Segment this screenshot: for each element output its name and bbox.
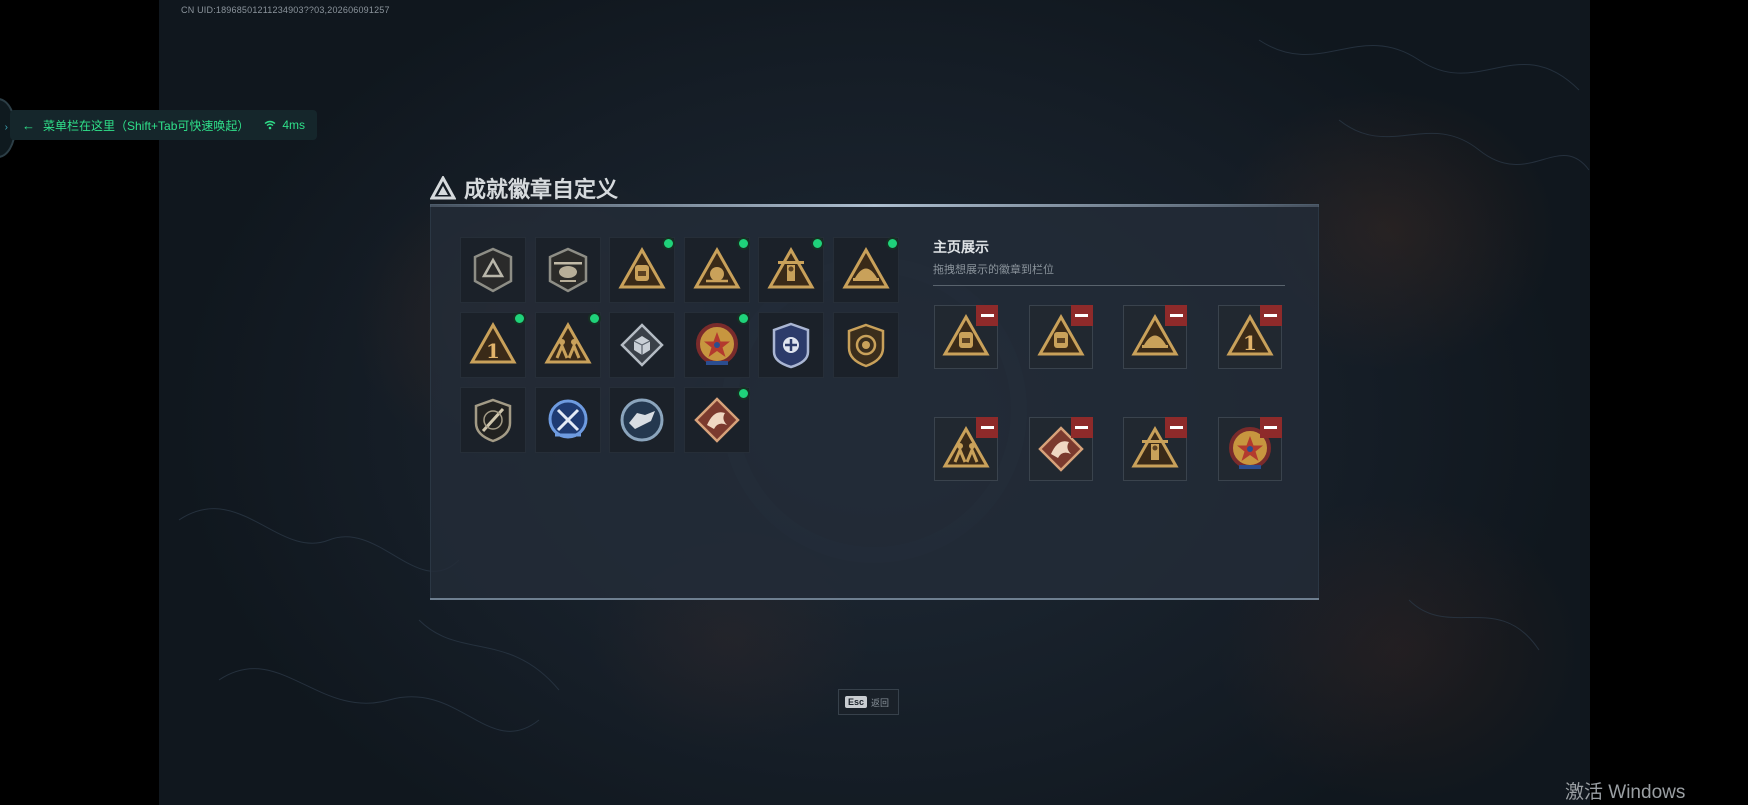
minus-icon <box>980 426 994 429</box>
back-label: 返回 <box>871 697 890 708</box>
blue-swords-badge-icon <box>548 399 588 439</box>
soldiers-triangle-badge-icon <box>544 321 592 364</box>
tower-triangle-badge-icon <box>767 246 815 289</box>
minus-icon <box>1169 426 1183 429</box>
ping-value: 4ms <box>282 118 305 132</box>
badge-cell[interactable] <box>758 312 825 378</box>
new-indicator-dot <box>587 312 601 325</box>
panel-bottom-border <box>430 598 1319 600</box>
backpack-triangle-badge-icon <box>618 246 666 289</box>
remove-badge-button[interactable] <box>976 417 998 438</box>
lion-shield-badge-icon <box>847 323 885 368</box>
showcase-header: 主页展示 拖拽想展示的徽章到栏位 <box>933 237 1285 286</box>
arrow-left-icon: ← <box>22 117 35 133</box>
showcase-slot[interactable] <box>934 305 998 369</box>
windows-activation-watermark: 激活 Windows <box>1565 782 1686 803</box>
badge-cell[interactable] <box>683 312 750 378</box>
minus-icon <box>980 314 994 317</box>
esc-key-icon: Esc <box>845 696 868 708</box>
badge-cell[interactable] <box>832 237 899 303</box>
showcase-slot[interactable] <box>1123 305 1188 369</box>
remove-badge-button[interactable] <box>1165 305 1188 326</box>
badge-cell[interactable] <box>683 237 750 303</box>
showcase-slot[interactable]: 1 <box>1217 305 1282 369</box>
showcase-slot[interactable] <box>1123 417 1188 481</box>
chevron-right-icon: › <box>4 122 8 133</box>
blue-police-badge-icon <box>773 322 810 369</box>
badge-cell[interactable] <box>832 312 899 378</box>
badge-cell[interactable] <box>534 312 601 378</box>
sword-shield-badge-icon <box>474 398 512 443</box>
back-button[interactable]: Esc 返回 <box>838 689 899 715</box>
remove-badge-button[interactable] <box>1070 305 1093 326</box>
new-indicator-dot <box>736 312 750 325</box>
menu-bar-hint-text: 菜单栏在这里（Shift+Tab可快速唤起） <box>43 118 250 133</box>
badge-cell[interactable] <box>534 387 601 453</box>
minus-icon <box>1169 314 1183 317</box>
badge-cell[interactable]: 1 <box>460 312 526 378</box>
star-medal-badge-icon <box>695 323 738 365</box>
badge-cell[interactable] <box>609 312 676 378</box>
new-indicator-dot <box>736 237 750 250</box>
showcase-subtitle: 拖拽想展示的徽章到栏位 <box>933 264 1054 276</box>
showcase-slot[interactable] <box>1028 417 1093 481</box>
silver-cube-badge-icon <box>620 323 664 367</box>
badge-inventory-grid: 1 <box>460 237 899 453</box>
svg-text:1: 1 <box>486 339 500 363</box>
dragon-diamond-badge-icon <box>694 397 740 443</box>
remove-badge-button[interactable] <box>976 305 998 326</box>
page-title-text: 成就徽章自定义 <box>464 177 619 202</box>
number-one-triangle-badge-icon: 1 <box>469 321 517 364</box>
new-indicator-dot <box>811 237 825 250</box>
wifi-icon <box>264 120 276 130</box>
wolf-disk-badge-icon <box>620 398 664 442</box>
page-title: 成就徽章自定义 <box>430 172 618 204</box>
divider <box>933 285 1285 286</box>
minus-icon <box>1075 314 1089 317</box>
new-indicator-dot <box>736 387 750 400</box>
panel-top-border <box>430 204 1319 207</box>
showcase-slot[interactable] <box>1028 305 1093 369</box>
remove-badge-button[interactable] <box>1165 417 1188 438</box>
badge-cell[interactable] <box>609 387 676 453</box>
badge-cell[interactable] <box>609 237 676 303</box>
remove-badge-button[interactable] <box>1259 305 1282 326</box>
menu-bar-hint[interactable]: ← 菜单栏在这里（Shift+Tab可快速唤起） 4ms <box>10 110 317 140</box>
helmet-triangle-badge-icon <box>842 246 890 289</box>
badge-cell[interactable] <box>534 237 601 303</box>
new-indicator-dot <box>662 237 676 250</box>
uid-text: CN UID:18968501211234903??03,20260609125… <box>181 5 390 15</box>
network-status: 4ms <box>264 118 305 132</box>
badge-cell[interactable] <box>758 237 825 303</box>
remove-badge-button[interactable] <box>1070 417 1093 438</box>
svg-text:1: 1 <box>1243 331 1257 355</box>
triangle-logo-icon <box>430 176 456 200</box>
sun-triangle-badge-icon <box>693 246 741 289</box>
badge-cell[interactable] <box>460 237 526 303</box>
new-indicator-dot <box>513 312 526 325</box>
minus-icon <box>1075 426 1089 429</box>
remove-badge-button[interactable] <box>1259 417 1282 438</box>
badge-cell[interactable] <box>683 387 750 453</box>
showcase-slot[interactable] <box>934 417 998 481</box>
minus-icon <box>1264 314 1278 317</box>
showcase-slots: 1 <box>934 305 1282 481</box>
helicopter-badge-icon <box>548 247 587 293</box>
hexagon-shield-badge-icon <box>473 247 513 293</box>
showcase-slot[interactable] <box>1217 417 1282 481</box>
showcase-title: 主页展示 <box>933 239 989 255</box>
new-indicator-dot <box>885 237 899 250</box>
minus-icon <box>1264 426 1278 429</box>
badge-cell[interactable] <box>460 387 526 453</box>
